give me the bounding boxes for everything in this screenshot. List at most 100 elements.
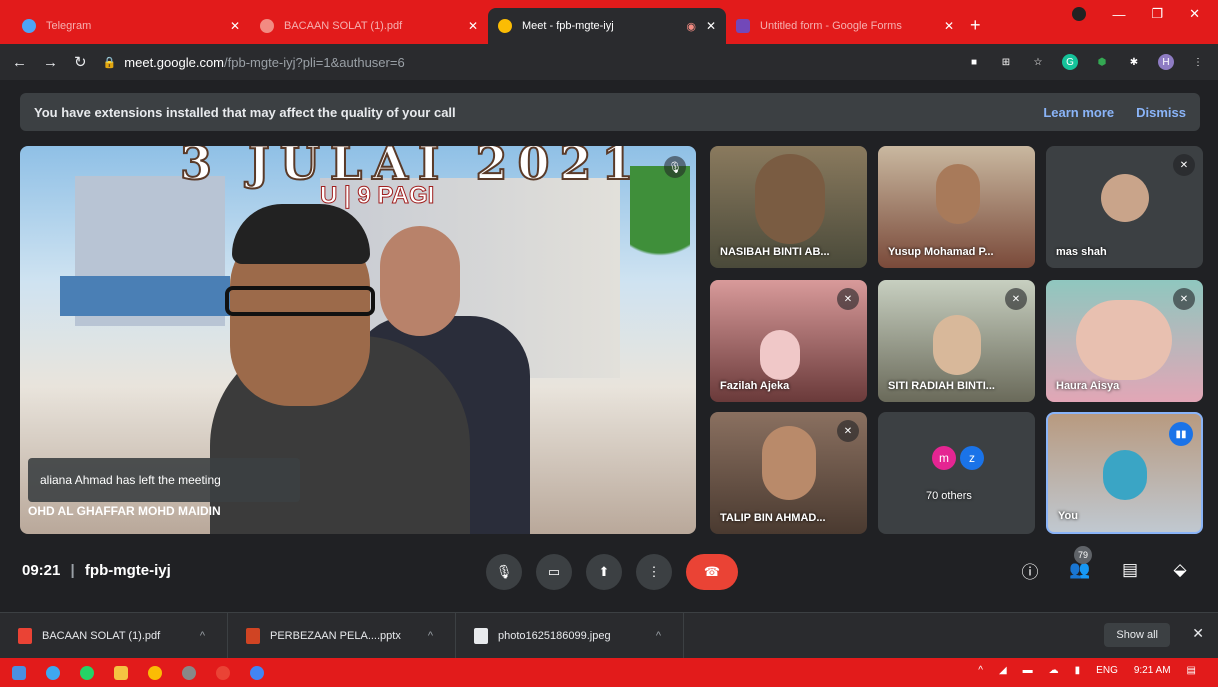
network-icon[interactable]: ◢ [999,665,1007,676]
microphone-button[interactable]: 🎙 [486,554,522,590]
participant-name: Yusup Mohamad P... [888,246,994,258]
reload-icon[interactable]: ↻ [74,53,87,71]
close-icon[interactable]: ✕ [1192,625,1204,642]
meeting-time: 09:21 [22,562,61,579]
windows-start-icon[interactable] [12,665,26,680]
participant-tile[interactable]: NASIBAH BINTI AB... [710,146,867,268]
bookmark-star-icon[interactable]: ☆ [1030,54,1046,70]
show-all-button[interactable]: Show all [1104,623,1170,647]
chrome-icon[interactable] [148,665,162,680]
avatar: z [960,446,984,470]
chevron-up-icon[interactable]: ^ [428,630,433,642]
download-item[interactable]: PERBEZAAN PELA....pptx ^ [228,612,456,659]
presenter-glasses [225,286,375,316]
download-item[interactable]: photo1625186099.jpeg ^ [456,612,684,659]
tab-title: BACAAN SOLAT (1).pdf [284,20,403,32]
mic-off-icon: 🎙 [664,156,686,178]
tab-title: Telegram [46,20,92,32]
participant-tile[interactable]: Yusup Mohamad P... [878,146,1035,268]
translate-icon[interactable]: ⊞ [998,54,1014,70]
speaking-indicator-icon: ▮▮ [1169,422,1193,446]
side-controls: ⓘ 79 👥 ▤ ⬙ [1018,546,1192,582]
extensions-bar: ■ ⊞ ☆ G ⬢ ✱ H ⋮ [966,54,1206,70]
download-filename: PERBEZAAN PELA....pptx [270,629,401,642]
participant-video [755,154,825,244]
participant-name: Haura Aisya [1056,380,1120,392]
notification-icon[interactable]: ▤ [1187,665,1196,676]
self-view-tile[interactable]: ▮▮ You [1046,412,1203,534]
maximize-button[interactable]: ❐ [1151,6,1163,22]
present-button[interactable]: ⬆ [586,554,622,590]
clock[interactable]: 9:21 AM [1134,665,1171,676]
volume-icon[interactable]: ▮ [1075,665,1081,676]
participant-video [762,426,816,500]
puzzle-icon[interactable]: ✱ [1126,54,1142,70]
mic-icon: 🎙 [495,564,513,579]
forward-arrow-icon[interactable]: → [43,54,58,71]
avatar: m [932,446,956,470]
info-icon: ⓘ [1021,562,1039,582]
extension-icon[interactable]: ⬢ [1094,54,1110,70]
close-window-button[interactable]: ✕ [1189,6,1200,22]
presenter-cap [232,204,370,264]
participant-tile[interactable]: ✕ Haura Aisya [1046,280,1203,402]
mic-off-icon: ✕ [1173,288,1195,310]
menu-icon[interactable]: ⋮ [1190,54,1206,70]
learn-more-link[interactable]: Learn more [1043,105,1114,120]
chat-button[interactable]: ▤ [1118,558,1142,582]
tab-google-forms[interactable]: Untitled form - Google Forms ✕ [726,8,964,44]
mic-off-icon: ✕ [1173,154,1195,176]
participant-tile[interactable]: ✕ TALIP BIN AHMAD... [710,412,867,534]
chevron-up-icon[interactable]: ^ [656,630,661,642]
close-tab-icon[interactable]: ✕ [230,19,240,33]
system-tray: ^ ◢ ▬ ☁ ▮ ENG 9:21 AM ▤ [978,665,1196,676]
app-icon[interactable] [250,665,264,680]
participant-tile[interactable]: ✕ Fazilah Ajeka [710,280,867,402]
meeting-control-bar: 09:21 | fpb-mgte-iyj 🎙 ▭ ⬆ ⋮ ☎ ⓘ 79 👥 ▤ … [0,540,1218,606]
tab-meet[interactable]: Meet - fpb-mgte-iyj ◉ ✕ [488,8,726,44]
mic-off-icon: ✕ [837,288,859,310]
download-item[interactable]: BACAAN SOLAT (1).pdf ^ [0,612,228,659]
whatsapp-icon[interactable] [80,665,94,680]
participant-tile[interactable]: ✕ mas shah [1046,146,1203,268]
close-tab-icon[interactable]: ✕ [468,19,478,33]
camera-icon[interactable]: ■ [966,54,982,70]
participant-tile[interactable]: ✕ SITI RADIAH BINTI... [878,280,1035,402]
battery-icon[interactable]: ▬ [1023,665,1033,676]
close-tab-icon[interactable]: ✕ [706,19,716,33]
tab-title: Meet - fpb-mgte-iyj [522,20,614,32]
grammarly-icon[interactable]: G [1062,54,1078,70]
window-controls: — ❐ ✕ [1072,6,1218,22]
url-field[interactable]: 🔒 meet.google.com/fpb-mgte-iyj?pli=1&aut… [103,55,950,70]
chevron-up-icon[interactable]: ^ [200,630,205,642]
onedrive-icon[interactable]: ☁ [1049,665,1059,676]
avatar[interactable]: H [1158,54,1174,70]
present-screen-icon: ⬆ [598,564,610,579]
people-button[interactable]: 79 👥 [1068,546,1092,582]
image-file-icon [474,627,488,644]
dismiss-button[interactable]: Dismiss [1136,105,1186,120]
activities-button[interactable]: ⬙ [1168,558,1192,582]
minimize-button[interactable]: — [1112,7,1125,22]
leave-call-button[interactable]: ☎ [686,554,738,590]
main-video-tile[interactable]: 3 JULAI 2021 U | 9 PAGI 🎙 aliana Ahmad h… [20,146,696,534]
others-tile[interactable]: m z 70 others [878,412,1035,534]
profile-icon[interactable] [1072,7,1087,21]
new-tab-button[interactable]: + [970,15,981,36]
app-icon[interactable] [182,665,196,680]
back-arrow-icon[interactable]: ← [12,54,27,71]
tab-bacaan-solat[interactable]: BACAAN SOLAT (1).pdf ✕ [250,8,488,44]
more-options-button[interactable]: ⋮ [636,554,672,590]
meeting-details-button[interactable]: ⓘ [1018,558,1042,582]
participant-name: You [1058,510,1078,522]
close-tab-icon[interactable]: ✕ [944,19,954,33]
language-indicator[interactable]: ENG [1096,665,1118,676]
file-explorer-icon[interactable] [114,665,128,680]
tab-telegram[interactable]: Telegram ✕ [12,8,250,44]
chevron-up-icon[interactable]: ^ [978,665,983,676]
camera-button[interactable]: ▭ [536,554,572,590]
banner-time: U | 9 PAGI [319,182,435,210]
telegram-icon[interactable] [46,665,60,680]
downloads-bar: BACAAN SOLAT (1).pdf ^ PERBEZAAN PELA...… [0,612,1218,659]
app-icon[interactable] [216,665,230,680]
